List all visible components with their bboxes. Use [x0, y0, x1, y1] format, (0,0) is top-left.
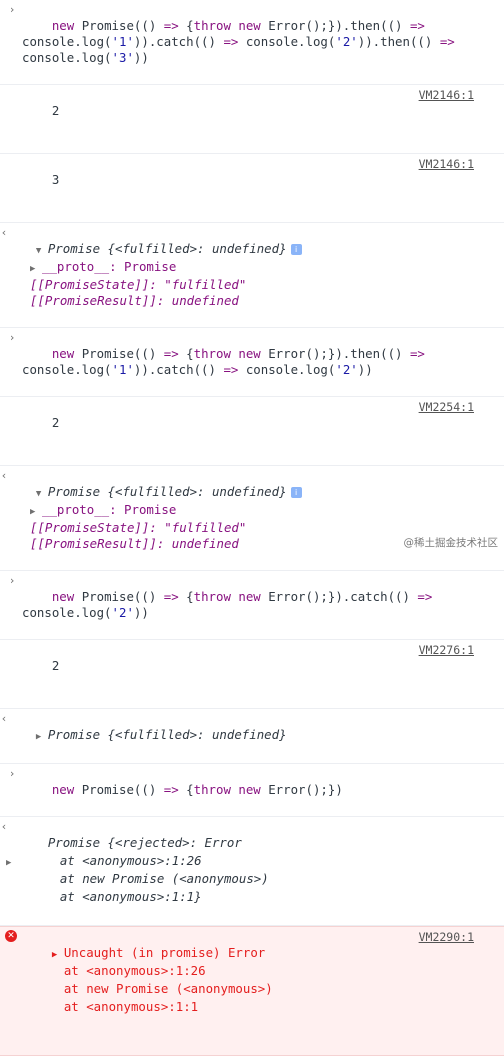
info-icon[interactable]: i [290, 487, 302, 498]
console-result-row: ‹ ▼ Promise {<fulfilled>: undefined} i ▶ __p… [0, 466, 504, 571]
promise-result: [[PromiseResult]]: undefined [30, 536, 239, 551]
result-arrow-icon: ‹ [0, 469, 8, 482]
stack-line: at new Promise (<anonymous>) [30, 871, 269, 886]
collapse-triangle-icon[interactable]: ▶ [30, 261, 42, 277]
console-input[interactable]: › new Promise(() => {throw new Error();})… [0, 0, 504, 85]
console-result-row: ‹ Promise {<rejected>: Error ▶ at <anony… [0, 817, 504, 926]
console-result-row: ‹ ▼ Promise {<fulfilled>: undefined} i ▶ __p… [0, 223, 504, 328]
expand-triangle-icon[interactable]: ▼ [36, 486, 48, 502]
code-line: console.log('3')) [22, 50, 149, 65]
rejected-summary[interactable]: Promise {<rejected>: Error [48, 835, 242, 850]
info-icon[interactable]: i [290, 244, 302, 255]
collapse-triangle-icon[interactable]: ▶ [36, 729, 48, 745]
source-link[interactable]: VM2276:1 [419, 642, 474, 658]
stack-line: at new Promise (<anonymous>) [34, 981, 273, 996]
stack-line: at <anonymous>:1:1} [30, 889, 202, 904]
collapse-triangle-icon[interactable]: ▶ [30, 504, 42, 520]
error-icon: ✕ [5, 930, 17, 942]
promise-state: [[PromiseState]]: "fulfilled" [30, 520, 247, 535]
prompt-chevron-icon: › [8, 767, 16, 780]
log-text: 2 [51, 103, 60, 118]
console-input[interactable]: › new Promise(() => {throw new Error();})… [0, 328, 504, 397]
console-log-row: 2 VM2254:1 [0, 397, 504, 466]
stack-line: at <anonymous>:1:26 [30, 853, 202, 868]
log-text: 2 [51, 658, 60, 673]
stack-line: at <anonymous>:1:1 [34, 999, 199, 1014]
prompt-chevron-icon: › [8, 331, 16, 344]
code-line: console.log('1')).catch(() => console.lo… [22, 34, 455, 49]
console-log-row: 2 VM2146:1 [0, 85, 504, 154]
promise-state: [[PromiseState]]: "fulfilled" [30, 277, 247, 292]
console-result-row: ‹ ▶ Promise {<fulfilled>: undefined} [0, 709, 504, 764]
promise-summary[interactable]: Promise {<fulfilled>: undefined} [48, 484, 287, 499]
prompt-chevron-icon: › [8, 3, 16, 16]
proto-entry[interactable]: __proto__: Promise [42, 502, 176, 517]
devtools-console: › new Promise(() => {throw new Error();})… [0, 0, 504, 1056]
console-log-row: 3 VM2146:1 [0, 154, 504, 223]
console-input[interactable]: › new Promise(() => {throw new Error();})… [0, 571, 504, 640]
code-line: new Promise(() => {throw new Error();}).… [51, 18, 425, 33]
promise-summary[interactable]: Promise {<fulfilled>: undefined} [48, 241, 287, 256]
code-line: new Promise(() => {throw new Error();}).… [51, 346, 425, 361]
watermark: @稀土掘金技术社区 [403, 537, 499, 549]
log-text: 3 [51, 172, 60, 187]
console-input[interactable]: › new Promise(() => {throw new Error();}) [0, 764, 504, 817]
error-message: Uncaught (in promise) Error [63, 945, 266, 960]
result-arrow-icon: ‹ [0, 712, 8, 725]
source-link[interactable]: VM2146:1 [419, 87, 474, 103]
result-arrow-icon: ‹ [0, 820, 8, 833]
code-line: console.log('2')) [22, 605, 149, 620]
collapse-triangle-icon[interactable]: ▶ [6, 855, 18, 871]
promise-result: [[PromiseResult]]: undefined [30, 293, 239, 308]
code-line: new Promise(() => {throw new Error();}) [51, 782, 343, 797]
source-link[interactable]: VM2254:1 [419, 399, 474, 415]
log-text: 2 [51, 415, 60, 430]
console-log-row: 2 VM2276:1 [0, 640, 504, 709]
promise-summary[interactable]: Promise {<fulfilled>: undefined} [48, 727, 287, 742]
code-line: new Promise(() => {throw new Error();}).… [51, 589, 433, 604]
source-link[interactable]: VM2290:1 [419, 929, 474, 945]
console-error-row: ✕ ▶ Uncaught (in promise) Error at <anonym… [0, 926, 504, 1056]
source-link[interactable]: VM2146:1 [419, 156, 474, 172]
collapse-triangle-icon[interactable]: ▶ [52, 947, 64, 963]
result-arrow-icon: ‹ [0, 226, 8, 239]
code-line: console.log('1')).catch(() => console.lo… [22, 362, 373, 377]
prompt-chevron-icon: › [8, 574, 16, 587]
proto-entry[interactable]: __proto__: Promise [42, 259, 176, 274]
expand-triangle-icon[interactable]: ▼ [36, 243, 48, 259]
stack-line: at <anonymous>:1:26 [34, 963, 206, 978]
